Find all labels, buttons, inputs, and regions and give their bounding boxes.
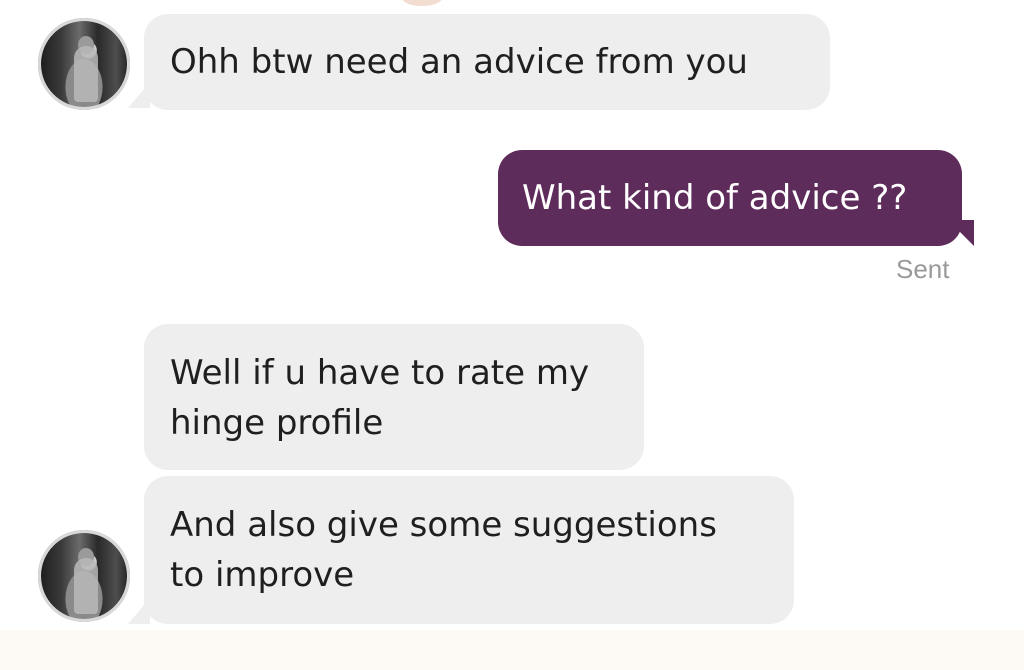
outgoing-message-bubble[interactable]: What kind of advice ?? — [498, 150, 962, 246]
incoming-message-bubble[interactable]: Ohh btw need an advice from you — [144, 14, 830, 110]
composer-area-edge — [0, 630, 1024, 670]
message-status: Sent — [896, 254, 950, 284]
avatar-figure-shape — [74, 46, 98, 102]
incoming-message-bubble[interactable]: And also give some suggestions to improv… — [144, 476, 794, 624]
incoming-message-bubble[interactable]: Well if u have to rate my hinge profile — [144, 324, 644, 470]
avatar-figure-shape — [74, 558, 98, 614]
chat-thread: Ohh btw need an advice from you What kin… — [0, 0, 1024, 630]
previous-message-peek — [402, 0, 442, 6]
contact-avatar[interactable] — [38, 18, 130, 110]
contact-avatar[interactable] — [38, 530, 130, 622]
